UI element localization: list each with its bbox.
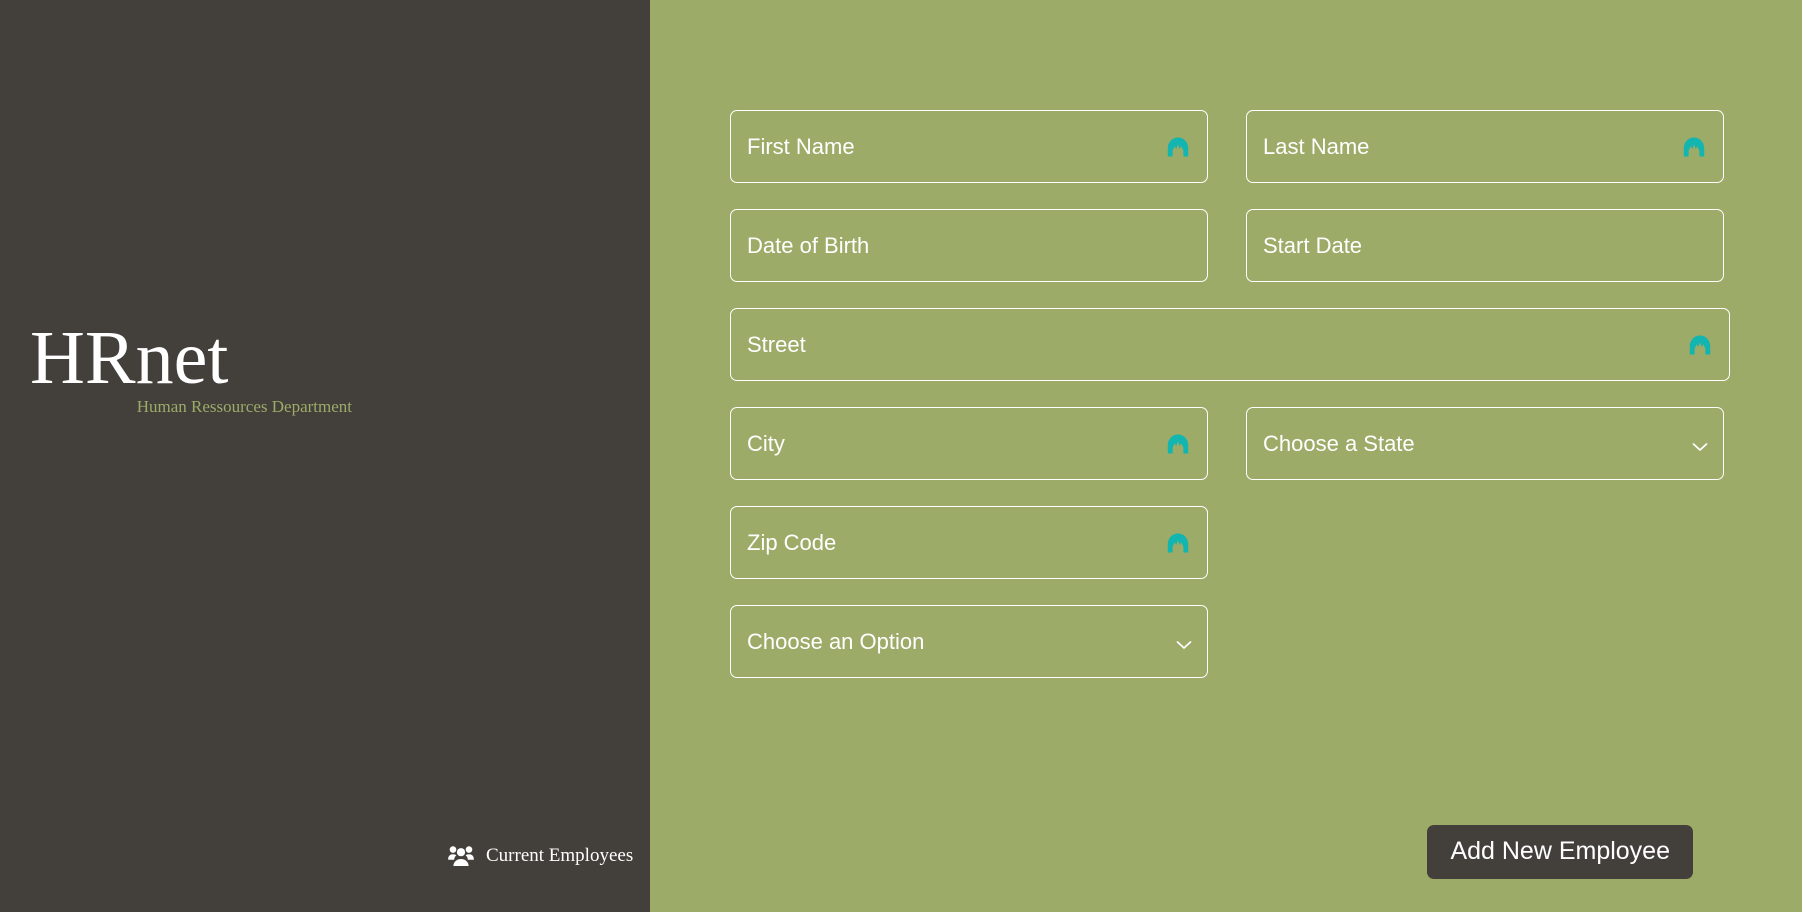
field-first-name	[730, 110, 1208, 183]
sidebar-item-label: Current Employees	[486, 845, 634, 866]
form-row-names	[730, 110, 1730, 183]
street-input[interactable]	[730, 308, 1730, 381]
form-row-dates	[730, 209, 1730, 282]
zip-code-input[interactable]	[730, 506, 1208, 579]
form-row-street	[730, 308, 1730, 381]
form-row-zip	[730, 506, 1730, 579]
field-state: Choose a State	[1246, 407, 1724, 480]
submit-row: Add New Employee	[650, 825, 1802, 879]
first-name-input[interactable]	[730, 110, 1208, 183]
field-zip-code	[730, 506, 1208, 579]
form-row-city-state: Choose a State	[730, 407, 1730, 480]
brand-block: HRnet Human Ressources Department	[0, 318, 400, 418]
create-employee-form: Choose a State	[730, 110, 1730, 704]
department-select[interactable]: Choose an Option	[730, 605, 1208, 678]
form-row-department: Choose an Option	[730, 605, 1730, 678]
people-group-icon	[448, 845, 474, 867]
start-date-input[interactable]	[1246, 209, 1724, 282]
field-city	[730, 407, 1208, 480]
main-content: Choose a State	[650, 0, 1802, 912]
state-select[interactable]: Choose a State	[1246, 407, 1724, 480]
add-new-employee-button[interactable]: Add New Employee	[1427, 825, 1693, 879]
field-street	[730, 308, 1730, 381]
date-of-birth-input[interactable]	[730, 209, 1208, 282]
field-start-date	[1246, 209, 1724, 282]
application-root: HRnet Human Ressources Department Curren…	[0, 0, 1802, 912]
field-department: Choose an Option	[730, 605, 1208, 678]
city-input[interactable]	[730, 407, 1208, 480]
last-name-input[interactable]	[1246, 110, 1724, 183]
sidebar-item-current-employees[interactable]: Current Employees	[448, 845, 633, 867]
page-title: HRnet	[30, 316, 229, 400]
field-last-name	[1246, 110, 1724, 183]
sidebar: HRnet Human Ressources Department Curren…	[0, 0, 650, 912]
field-date-of-birth	[730, 209, 1208, 282]
